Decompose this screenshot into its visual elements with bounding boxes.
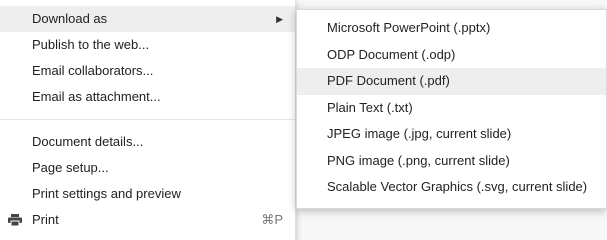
menu-item-label: Email as attachment... — [32, 89, 161, 104]
submenu-item-png[interactable]: PNG image (.png, current slide) — [297, 148, 606, 175]
menu-item-label: Download as — [32, 11, 108, 26]
menu-item-label: Print settings and preview — [32, 186, 181, 201]
submenu-item-label: Scalable Vector Graphics (.svg, current … — [327, 179, 588, 194]
menu-item-email-collaborators[interactable]: Email collaborators... — [0, 58, 295, 84]
submenu-item-jpg[interactable]: JPEG image (.jpg, current slide) — [297, 121, 606, 148]
file-menu: Download as ▶ Publish to the web... Emai… — [0, 0, 296, 240]
menu-item-page-setup[interactable]: Page setup... — [0, 155, 295, 181]
submenu-item-label: PDF Document (.pdf) — [327, 73, 450, 88]
menu-item-print[interactable]: Print ⌘P — [0, 207, 295, 233]
screenshot-canvas: Download as ▶ Publish to the web... Emai… — [0, 0, 607, 240]
menu-item-document-details[interactable]: Document details... — [0, 129, 295, 155]
menu-item-label: Document details... — [32, 134, 144, 149]
menu-separator — [0, 119, 295, 120]
download-as-submenu: Microsoft PowerPoint (.pptx) ODP Documen… — [296, 9, 607, 209]
menu-item-download-as[interactable]: Download as ▶ — [0, 6, 295, 32]
submenu-item-txt[interactable]: Plain Text (.txt) — [297, 95, 606, 122]
menu-item-email-as-attachment[interactable]: Email as attachment... — [0, 84, 295, 110]
printer-icon — [8, 214, 22, 226]
submenu-item-pptx[interactable]: Microsoft PowerPoint (.pptx) — [297, 15, 606, 42]
submenu-item-odp[interactable]: ODP Document (.odp) — [297, 42, 606, 69]
submenu-item-label: JPEG image (.jpg, current slide) — [327, 126, 512, 141]
submenu-item-pdf[interactable]: PDF Document (.pdf) — [297, 68, 606, 95]
menu-item-label: Publish to the web... — [32, 37, 150, 52]
shortcut-label: ⌘P — [261, 212, 283, 227]
menu-item-label: Page setup... — [32, 160, 109, 175]
menu-item-print-settings[interactable]: Print settings and preview — [0, 181, 295, 207]
submenu-arrow-icon: ▶ — [276, 14, 283, 24]
submenu-item-label: PNG image (.png, current slide) — [327, 152, 510, 168]
menu-item-label: Email collaborators... — [32, 63, 154, 78]
menu-item-label: Print — [32, 212, 59, 227]
submenu-item-label: Plain Text (.txt) — [327, 99, 413, 115]
submenu-item-label: Microsoft PowerPoint (.pptx) — [327, 20, 491, 35]
submenu-item-label: ODP Document (.odp) — [327, 46, 456, 62]
submenu-item-svg[interactable]: Scalable Vector Graphics (.svg, current … — [297, 174, 606, 201]
menu-item-publish-to-web[interactable]: Publish to the web... — [0, 32, 295, 58]
